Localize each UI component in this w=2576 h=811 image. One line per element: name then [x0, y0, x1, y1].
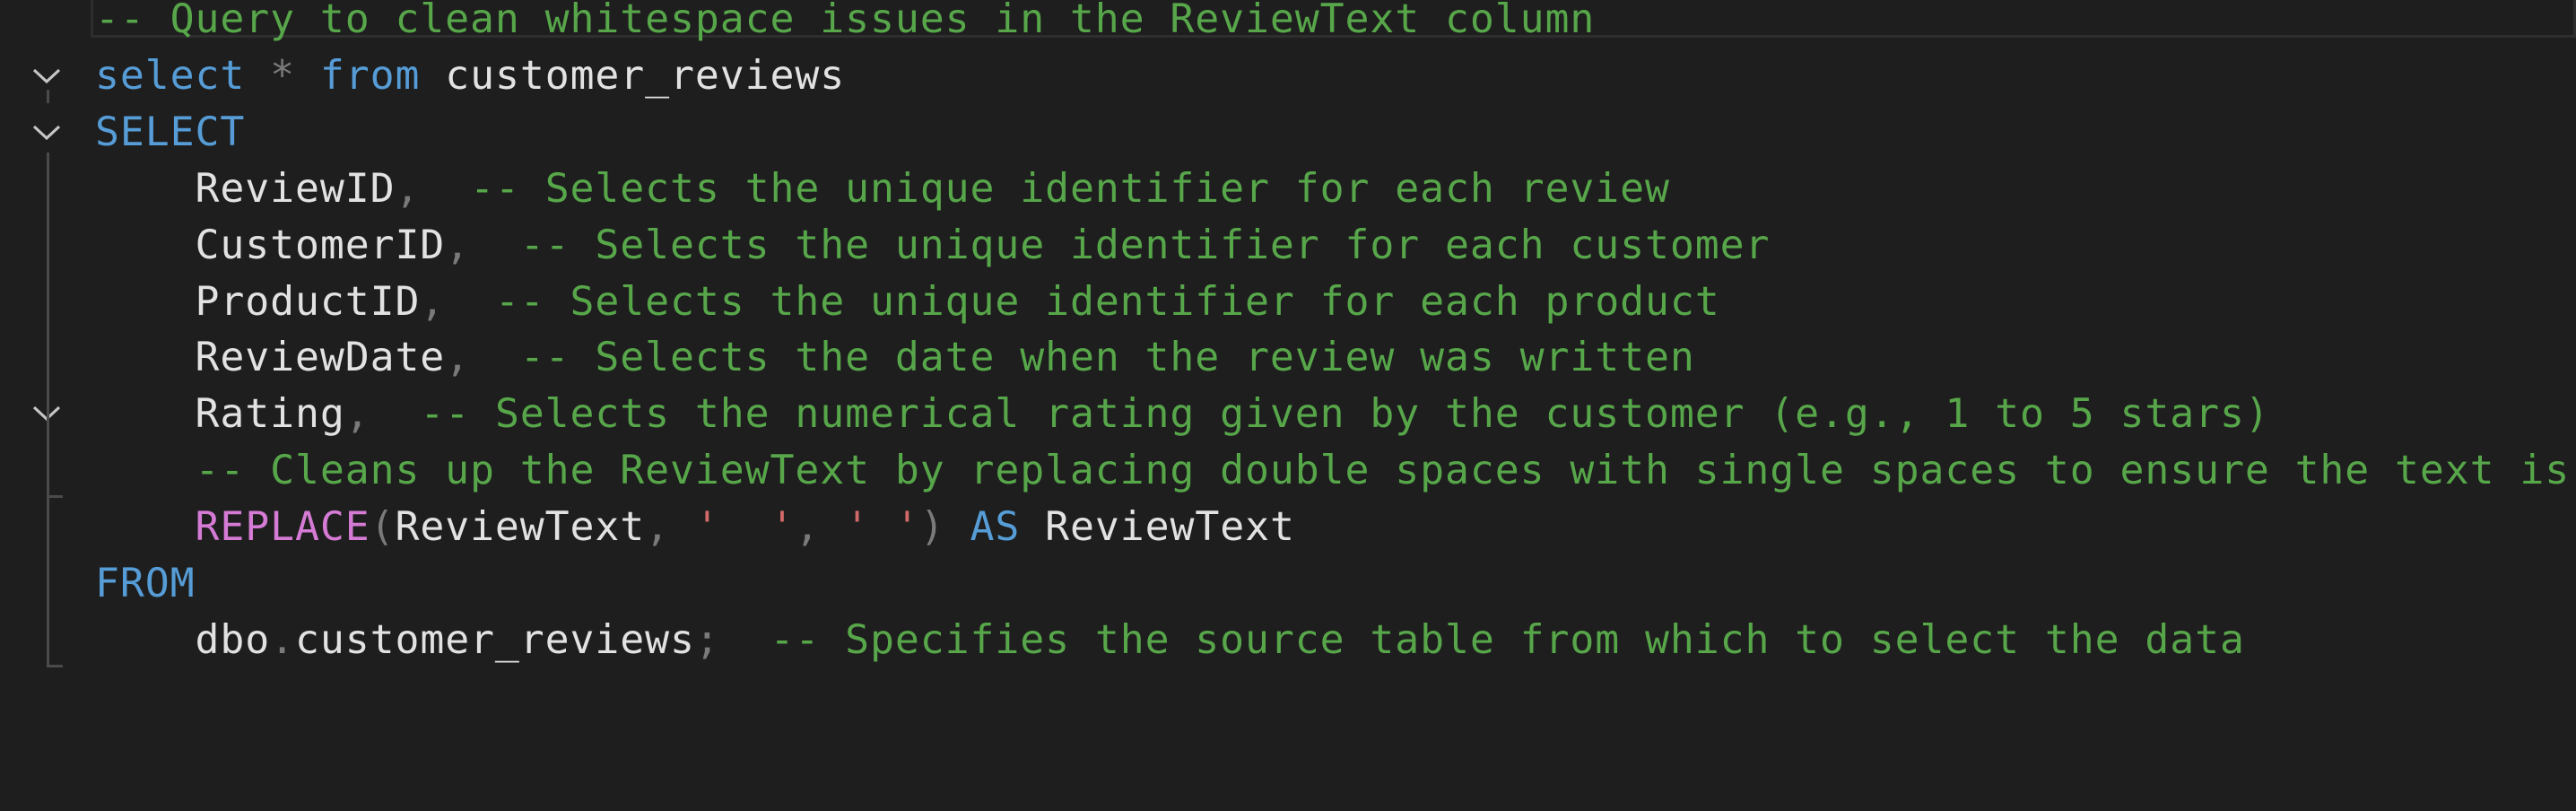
code-token: , — [420, 276, 446, 325]
chevron-down-icon — [32, 68, 61, 83]
code-token: select — [95, 50, 246, 99]
code-token: customer_reviews — [420, 50, 846, 99]
code-token: ' ' — [694, 502, 796, 551]
code-token: , — [395, 163, 421, 212]
fold-guide-end — [47, 495, 63, 498]
code-token: , — [445, 333, 471, 381]
code-line[interactable]: dbo.customer_reviews; -- Specifies the s… — [95, 611, 2245, 667]
code-token: from — [319, 50, 421, 99]
code-line[interactable]: select * from customer_reviews — [95, 47, 845, 103]
code-line[interactable]: -- Cleans up the ReviewText by replacing… — [95, 441, 2570, 498]
code-token: . — [270, 615, 295, 663]
code-token: AS — [970, 502, 1021, 551]
fold-guide — [47, 153, 49, 667]
code-editor[interactable]: -- Query to clean whitespace issues in t… — [0, 0, 2576, 811]
code-token: ReviewID — [95, 163, 396, 212]
code-token: CustomerID — [95, 220, 446, 268]
code-token: , — [795, 502, 846, 551]
fold-guide — [47, 90, 49, 103]
code-token: ReviewText — [395, 502, 646, 551]
code-line[interactable]: ReviewDate, -- Selects the date when the… — [95, 328, 1695, 385]
chevron-down-icon — [32, 125, 61, 140]
code-token: ; — [694, 615, 720, 663]
code-token: -- Selects the date when the review was … — [519, 333, 1695, 381]
code-token: -- Cleans up the ReviewText by replacing… — [195, 446, 2571, 494]
code-token: -- Selects the unique identifier for eac… — [470, 163, 1670, 212]
code-token: FROM — [95, 559, 196, 606]
code-token: , — [445, 220, 471, 268]
code-token: -- Query to clean whitespace issues in t… — [95, 0, 1596, 42]
code-line[interactable]: FROM — [95, 554, 195, 611]
code-token: ' ' — [845, 502, 920, 551]
fold-guide-end — [47, 665, 63, 667]
code-token: -- Specifies the source table from which… — [770, 615, 2245, 663]
code-token: , — [645, 502, 695, 551]
code-line[interactable]: REPLACE(ReviewText, ' ', ' ') AS ReviewT… — [95, 498, 1295, 554]
code-token: ( — [370, 502, 396, 551]
code-line[interactable]: ReviewID, -- Selects the unique identifi… — [95, 160, 1670, 216]
code-token: * — [270, 50, 295, 99]
code-token: ReviewDate — [95, 333, 446, 381]
code-token: -- Selects the numerical rating given by… — [420, 389, 2270, 438]
code-line[interactable]: -- Query to clean whitespace issues in t… — [95, 0, 1595, 47]
code-line[interactable]: Rating, -- Selects the numerical rating … — [95, 385, 2270, 441]
code-token: , — [344, 389, 370, 438]
code-token: customer_reviews — [294, 615, 695, 663]
code-token: ) — [919, 502, 970, 551]
code-token: -- Selects the unique identifier for eac… — [494, 276, 1720, 325]
code-token: SELECT — [95, 107, 246, 155]
code-token: -- Selects the unique identifier for eac… — [519, 220, 1771, 268]
fold-toggle-select-block[interactable] — [30, 103, 64, 160]
code-token: ProductID — [95, 276, 421, 325]
code-token: dbo — [95, 615, 271, 663]
code-token: Rating — [95, 389, 345, 438]
code-line[interactable]: SELECT — [95, 103, 245, 160]
code-token: REPLACE — [195, 502, 370, 551]
code-line[interactable]: CustomerID, -- Selects the unique identi… — [95, 216, 1770, 273]
code-line[interactable]: ProductID, -- Selects the unique identif… — [95, 273, 1720, 329]
code-token: ReviewText — [1020, 502, 1295, 551]
